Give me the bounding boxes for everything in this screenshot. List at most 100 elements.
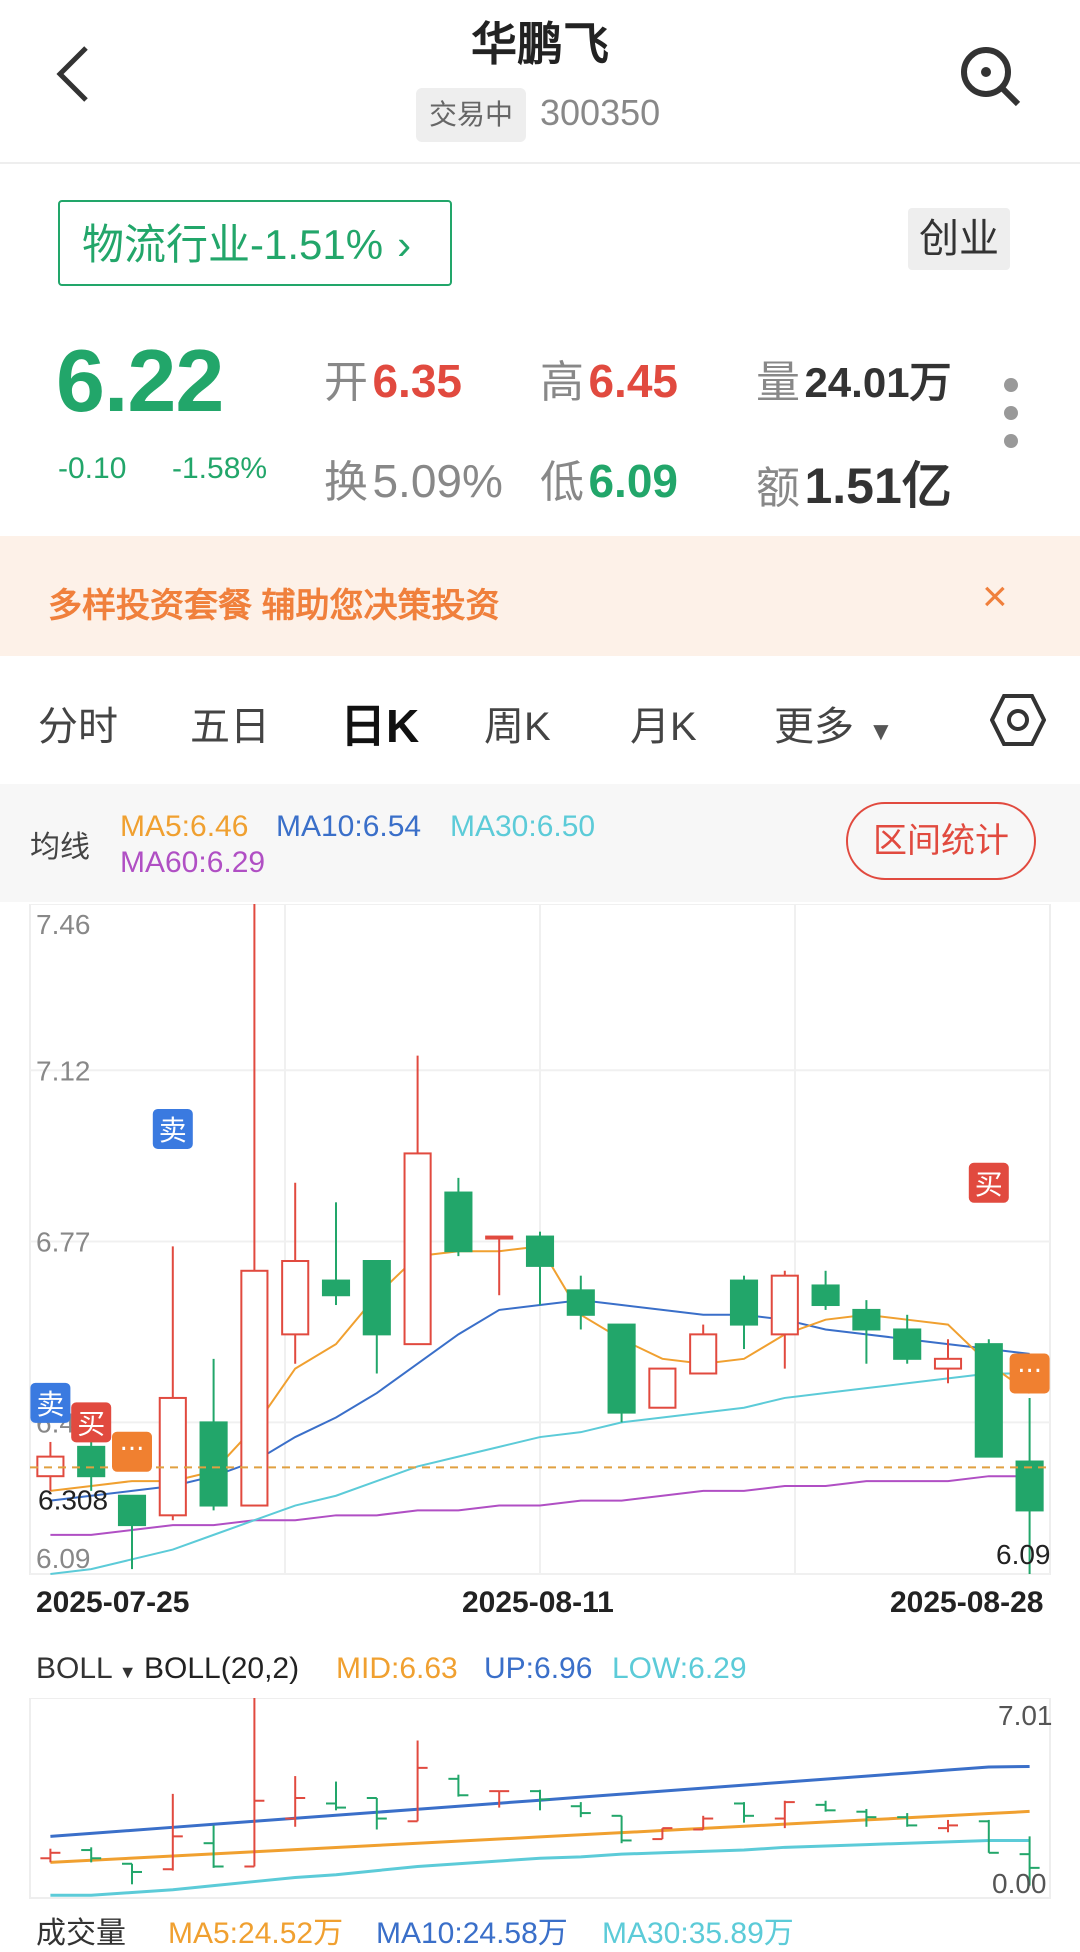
y-tick-label: 7.12 [36, 1055, 91, 1086]
ma-label: 均线 [30, 831, 90, 864]
turnover-row: 换 5.09% [324, 446, 503, 510]
chevron-down-icon: ▼ [868, 716, 894, 746]
candle-body [974, 1343, 1003, 1458]
candle-body [770, 1274, 799, 1336]
date-label-end: 2025-08-28 [890, 1586, 1044, 1619]
open-label: 开 [324, 358, 368, 407]
boll-chart[interactable] [0, 1698, 1080, 1908]
stock-name: 华鹏飞 [471, 18, 609, 70]
trade-marker-label: 买 [77, 1407, 105, 1440]
price-change-pct: -1.58% [172, 452, 268, 485]
boll-low: LOW:6.29 [612, 1652, 747, 1685]
volume-ma5: MA5:24.52万 [168, 1917, 344, 1950]
tab-monthly-k[interactable]: 月K [630, 694, 697, 752]
boll-up: UP:6.96 [484, 1652, 593, 1685]
ma5-value: MA5:6.46 [120, 810, 249, 843]
candle-body [607, 1323, 636, 1414]
y-tick-label: 6.77 [36, 1226, 91, 1257]
open-value: 6.35 [372, 355, 462, 407]
more-dots-icon[interactable] [1004, 378, 1020, 462]
amount-value: 1.51亿 [804, 458, 952, 514]
chevron-right-icon: › [397, 221, 412, 268]
current-price: 6.22 [56, 331, 224, 430]
candle-body [117, 1494, 147, 1527]
volume-label: 量 [756, 358, 800, 407]
tab-intraday[interactable]: 分时 [38, 694, 118, 752]
trade-marker-label: 卖 [159, 1114, 187, 1147]
candle-body [729, 1279, 759, 1326]
current-price-label: 6.308 [38, 1484, 108, 1515]
candle-body [403, 1152, 432, 1346]
tab-five-day[interactable]: 五日 [190, 694, 270, 752]
more-marker-label: ··· [120, 1435, 145, 1465]
industry-change: -1.51% [250, 221, 384, 268]
candle-body [689, 1333, 718, 1375]
boll-mid: MID:6.63 [336, 1652, 458, 1685]
boll-bottom-label: 0.00 [992, 1868, 1047, 1899]
candle-body [77, 1445, 106, 1478]
candle-body [485, 1235, 514, 1240]
low-row: 低 6.09 [540, 446, 678, 510]
low-price-label: 6.09 [996, 1539, 1051, 1570]
candle-body [1015, 1460, 1044, 1512]
candle-body [933, 1357, 963, 1370]
boll-top-label: 7.01 [998, 1700, 1053, 1731]
promo-text: 多样投资套餐 辅助您决策投资 [48, 587, 500, 625]
low-label: 低 [540, 458, 584, 507]
candle-body [444, 1191, 473, 1253]
volume-row: 量 24.01万 [756, 346, 952, 410]
range-stats-button[interactable]: 区间统计 [846, 802, 1036, 880]
board-badge: 创业 [908, 208, 1010, 270]
candle-body [893, 1328, 922, 1360]
candle-body [321, 1279, 351, 1297]
volume-ma10: MA10:24.58万 [376, 1917, 568, 1950]
stock-code: 300350 [540, 92, 661, 133]
industry-tag[interactable]: 物流行业-1.51% › [58, 200, 452, 286]
trade-marker-label: 卖 [36, 1388, 64, 1421]
high-value: 6.45 [588, 355, 678, 407]
price-change: -0.10 [58, 452, 127, 485]
tab-daily-k[interactable]: 日K [340, 690, 419, 756]
close-icon[interactable]: × [982, 572, 1008, 622]
ma60-value: MA60:6.29 [120, 846, 266, 879]
boll-selector-label: BOLL [36, 1652, 113, 1685]
high-row: 高 6.45 [540, 346, 678, 410]
candle-body [525, 1235, 555, 1267]
candle-body [240, 1269, 269, 1507]
candle-body [811, 1284, 840, 1307]
tab-more-label: 更多 [774, 705, 854, 749]
candle-body [281, 1260, 310, 1336]
settings-icon[interactable] [990, 692, 1046, 748]
boll-name: BOLL(20,2) [144, 1652, 300, 1685]
y-tick-label: 7.46 [36, 909, 91, 940]
volume-ma30: MA30:35.89万 [602, 1917, 794, 1950]
boll-low-line [50, 1838, 1030, 1897]
candle-body [648, 1367, 677, 1409]
search-icon[interactable] [958, 44, 1022, 108]
ma10-value: MA10:6.54 [276, 810, 422, 843]
more-marker-label: ··· [1017, 1356, 1042, 1386]
candlestick-chart[interactable]: 7.467.126.776.46.096.3086.09卖卖买买······ [0, 904, 1080, 1584]
volume-label: 成交量 [36, 1917, 126, 1950]
ma30-value: MA30:6.50 [450, 810, 596, 843]
turnover-value: 5.09% [372, 455, 503, 507]
industry-label: 物流行业 [82, 221, 251, 268]
low-value: 6.09 [588, 455, 678, 507]
boll-mid-line [50, 1809, 1030, 1864]
date-label-mid: 2025-08-11 [462, 1586, 614, 1619]
caret-down-icon: ▼ [118, 1662, 137, 1682]
candle-body [199, 1421, 228, 1507]
status-badge: 交易中 [416, 88, 526, 142]
amount-label: 额 [756, 464, 800, 513]
turnover-label: 换 [324, 458, 368, 507]
candle-body [566, 1289, 595, 1316]
boll-selector[interactable]: BOLL ▼ [36, 1652, 137, 1686]
tab-more[interactable]: 更多 ▼ [774, 694, 894, 752]
candle-body [362, 1260, 391, 1336]
date-label-start: 2025-07-25 [36, 1586, 190, 1619]
trade-marker-label: 买 [975, 1168, 1003, 1201]
high-label: 高 [540, 358, 584, 407]
tab-weekly-k[interactable]: 周K [484, 694, 551, 752]
amount-row: 额 1.51亿 [756, 446, 952, 518]
volume-value: 24.01万 [804, 359, 952, 406]
